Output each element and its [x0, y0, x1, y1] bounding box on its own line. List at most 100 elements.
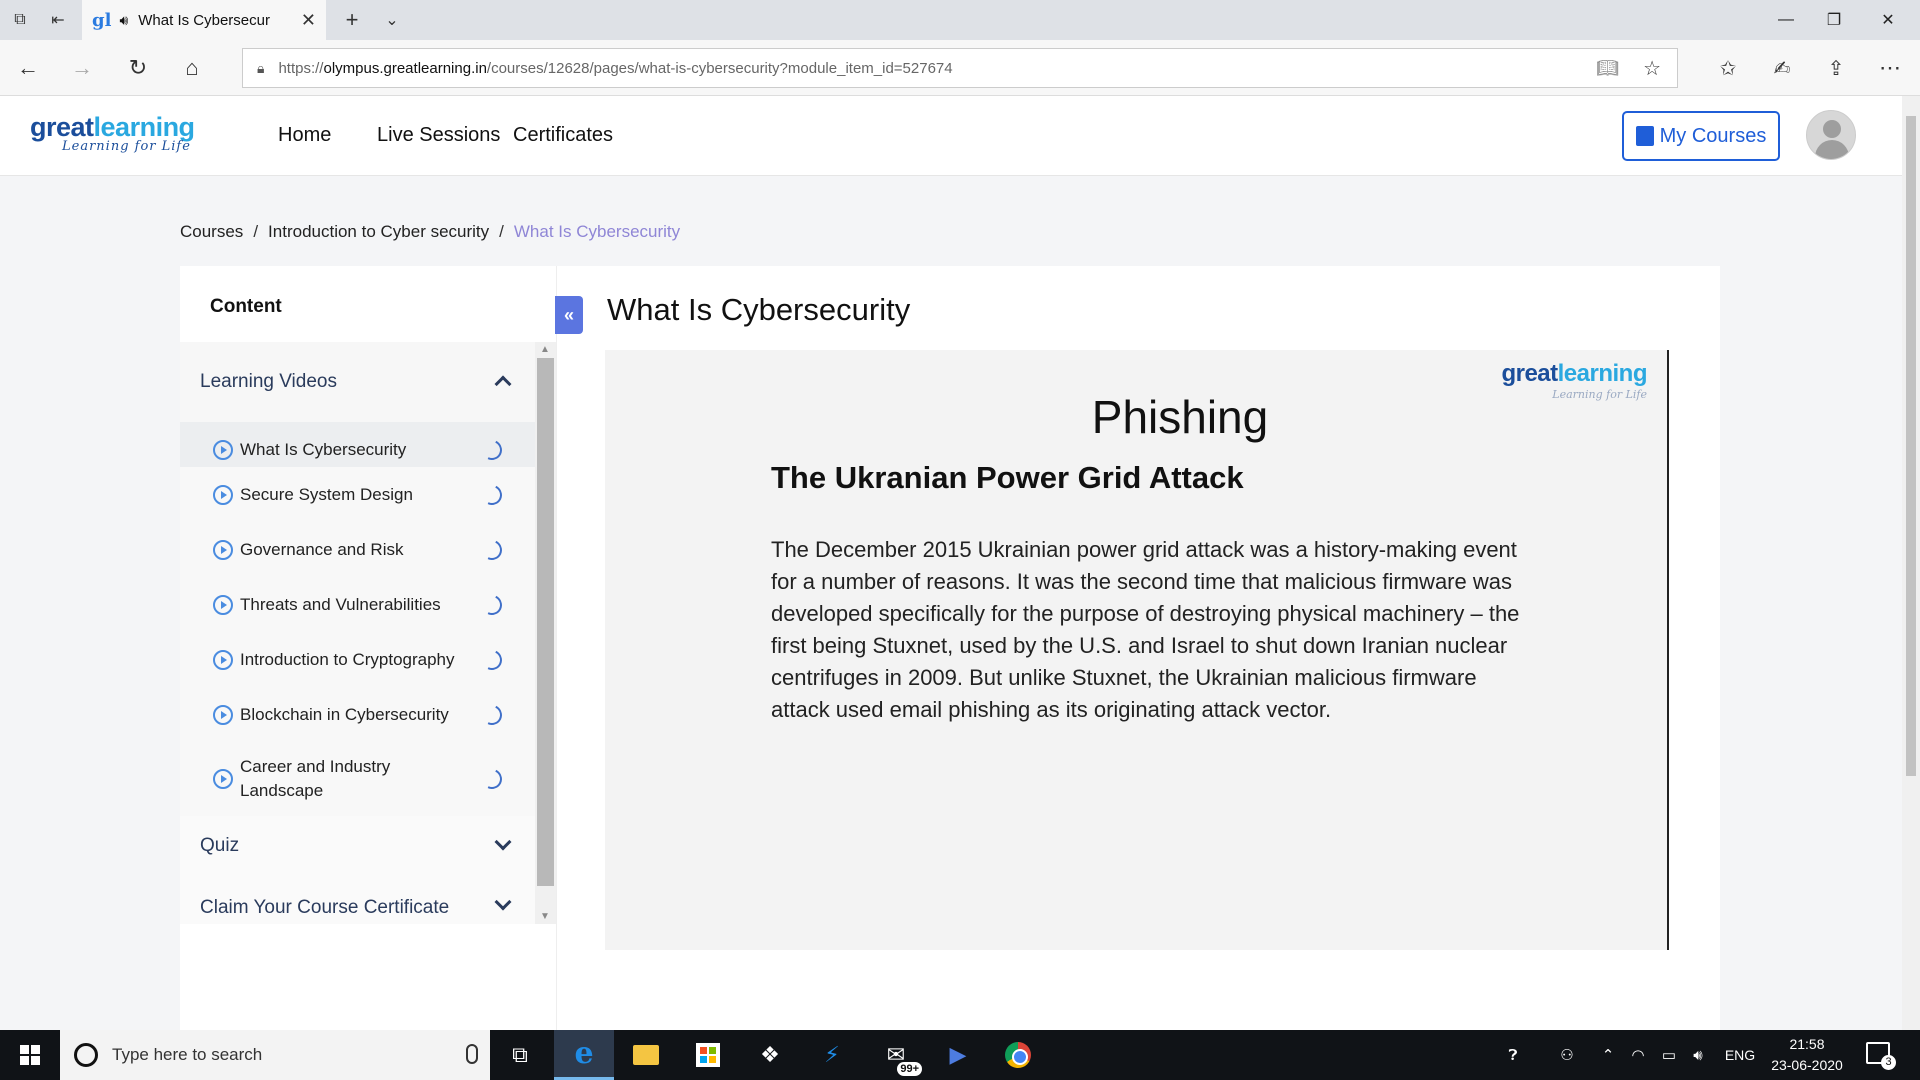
- restore-icon[interactable]: ❐: [1806, 0, 1862, 40]
- page-scrollbar-thumb[interactable]: [1906, 116, 1916, 776]
- taskbar-search[interactable]: Type here to search: [60, 1030, 490, 1080]
- store-icon[interactable]: [678, 1030, 738, 1080]
- slide-logo-learning: learning: [1557, 360, 1648, 387]
- list-item-blockchain-in-cybersecurity[interactable]: Blockchain in Cybersecurity: [180, 687, 535, 742]
- mail-badge: 99+: [897, 1062, 922, 1076]
- list-item-governance-and-risk[interactable]: Governance and Risk: [180, 522, 535, 577]
- logo-text-learning: learning: [93, 112, 196, 142]
- progress-icon: [479, 646, 505, 673]
- book-icon: [1635, 126, 1654, 146]
- list-item-career-and-industry-landscape[interactable]: Career and Industry Landscape: [180, 742, 535, 816]
- browser-titlebar: ⧉ ⇤ gl 🔊︎ What Is Cybersecur ✕ + ⌄ — ❐ ✕: [0, 0, 1920, 40]
- scroll-down-icon[interactable]: ▼: [540, 911, 550, 922]
- notifications-icon[interactable]: 3: [1866, 1042, 1896, 1070]
- file-explorer-icon[interactable]: [616, 1030, 676, 1080]
- sidebar-scrollbar[interactable]: ▲ ▼: [535, 342, 556, 924]
- my-courses-button[interactable]: My Courses: [1622, 111, 1780, 161]
- edge-taskbar-icon[interactable]: e: [554, 1030, 614, 1080]
- powershell-icon[interactable]: ▶︎: [928, 1030, 988, 1080]
- home-icon[interactable]: ⌂: [178, 54, 206, 82]
- mail-icon[interactable]: ✉︎ 99+: [866, 1030, 926, 1080]
- video-player[interactable]: greatlearning Learning for Life Phishing…: [605, 350, 1669, 950]
- tab-actions-icon[interactable]: ⧉: [8, 8, 32, 32]
- chevron-up-icon: [494, 375, 512, 393]
- chrome-icon[interactable]: [988, 1030, 1048, 1080]
- nav-home[interactable]: Home: [278, 124, 331, 147]
- tab-title: What Is Cybersecur: [138, 11, 270, 29]
- scrollbar-thumb[interactable]: [537, 358, 554, 886]
- microphone-icon[interactable]: [466, 1044, 478, 1064]
- battery-icon[interactable]: ▭: [1656, 1030, 1682, 1080]
- item-label-line1: Career and Industry: [240, 757, 391, 776]
- search-placeholder: Type here to search: [112, 1045, 263, 1064]
- close-tab-icon[interactable]: ✕: [301, 10, 316, 31]
- nav-certificates[interactable]: Certificates: [513, 124, 613, 147]
- close-window-icon[interactable]: ✕: [1860, 0, 1916, 40]
- help-icon[interactable]: ❓︎: [1496, 1030, 1530, 1080]
- progress-icon: [479, 766, 505, 792]
- volume-icon[interactable]: 🔊︎: [1686, 1030, 1710, 1080]
- new-tab-icon[interactable]: +: [340, 7, 364, 32]
- wifi-icon[interactable]: ◠: [1626, 1030, 1650, 1080]
- list-item-secure-system-design[interactable]: Secure System Design: [180, 467, 535, 522]
- people-icon[interactable]: ⚇: [1550, 1030, 1584, 1080]
- vscode-icon[interactable]: ⚡︎: [802, 1030, 862, 1080]
- lock-icon: 🔒︎: [257, 59, 265, 76]
- url-path: /courses/12628/pages/what-is-cybersecuri…: [486, 59, 953, 77]
- breadcrumb-course[interactable]: Introduction to Cyber security: [268, 222, 489, 241]
- page-title: What Is Cybersecurity: [607, 292, 911, 327]
- more-options-icon[interactable]: ⋯: [1876, 54, 1904, 82]
- chevron-down-icon: [494, 833, 512, 851]
- section-quiz[interactable]: Quiz: [180, 816, 535, 876]
- play-circle-icon: [213, 594, 233, 615]
- user-avatar[interactable]: [1806, 110, 1856, 160]
- section-learning-videos[interactable]: Learning Videos: [180, 342, 535, 422]
- tab-list-chevron-icon[interactable]: ⌄: [380, 8, 404, 32]
- play-circle-icon: [213, 439, 233, 460]
- slide-logo-great: great: [1501, 360, 1558, 387]
- page-scrollbar[interactable]: [1902, 96, 1920, 1030]
- speaker-icon[interactable]: 🔊︎: [119, 12, 128, 29]
- item-label: Secure System Design: [240, 484, 413, 504]
- slide-body: The December 2015 Ukrainian power grid a…: [771, 537, 1520, 722]
- scroll-up-icon[interactable]: ▲: [540, 344, 550, 355]
- my-courses-label: My Courses: [1659, 124, 1767, 147]
- set-tabs-aside-icon[interactable]: ⇤: [46, 8, 70, 32]
- item-label-line2: Landscape: [240, 781, 324, 800]
- forward-arrow-icon[interactable]: →: [68, 54, 96, 82]
- start-button[interactable]: [0, 1030, 60, 1080]
- url-scheme: https://: [278, 59, 324, 77]
- url-host: olympus.greatlearning.in: [323, 59, 487, 77]
- back-arrow-icon[interactable]: ←: [14, 54, 42, 82]
- task-view-icon[interactable]: ⧉: [490, 1030, 550, 1080]
- notification-count: 3: [1881, 1055, 1896, 1070]
- progress-icon: [479, 701, 505, 728]
- pen-icon[interactable]: ✍︎: [1768, 54, 1796, 82]
- progress-icon: [479, 481, 505, 508]
- refresh-icon[interactable]: ↻: [124, 54, 152, 82]
- favorites-list-icon[interactable]: ✩: [1714, 54, 1742, 82]
- play-circle-icon: [213, 704, 233, 725]
- greatlearning-logo[interactable]: greatlearning Learning for Life: [30, 112, 195, 154]
- logo-text-great: great: [30, 112, 94, 142]
- dropbox-icon[interactable]: ❖: [740, 1030, 800, 1080]
- share-icon[interactable]: ⇪: [1822, 54, 1850, 82]
- clock-date: 23-06-2020: [1771, 1057, 1843, 1073]
- site-header: greatlearning Learning for Life Home Liv…: [0, 96, 1902, 176]
- collapse-sidebar-button[interactable]: «: [555, 296, 583, 334]
- breadcrumb-courses[interactable]: Courses: [180, 222, 243, 241]
- browser-tab-active[interactable]: gl 🔊︎ What Is Cybersecur ✕: [82, 0, 326, 40]
- breadcrumb-current: What Is Cybersecurity: [513, 222, 681, 241]
- favorite-star-icon[interactable]: ☆: [1643, 56, 1661, 81]
- content-sidebar: Content Learning Videos What Is Cybersec…: [180, 266, 556, 1030]
- progress-icon: [479, 436, 505, 463]
- show-hidden-icons-chevron-icon[interactable]: ⌃: [1596, 1030, 1620, 1080]
- clock[interactable]: 21:58 23-06-2020: [1762, 1034, 1852, 1076]
- list-item-threats-and-vulnerabilities[interactable]: Threats and Vulnerabilities: [180, 577, 535, 632]
- nav-live-sessions[interactable]: Live Sessions: [377, 124, 500, 147]
- address-bar[interactable]: 🔒︎ https://olympus.greatlearning.in/cour…: [242, 48, 1678, 88]
- language-indicator[interactable]: ENG: [1720, 1030, 1760, 1080]
- reading-view-icon[interactable]: 📖︎: [1596, 58, 1619, 79]
- list-item-introduction-to-cryptography[interactable]: Introduction to Cryptography: [180, 632, 535, 687]
- section-claim-certificate[interactable]: Claim Your Course Certificate: [180, 876, 535, 924]
